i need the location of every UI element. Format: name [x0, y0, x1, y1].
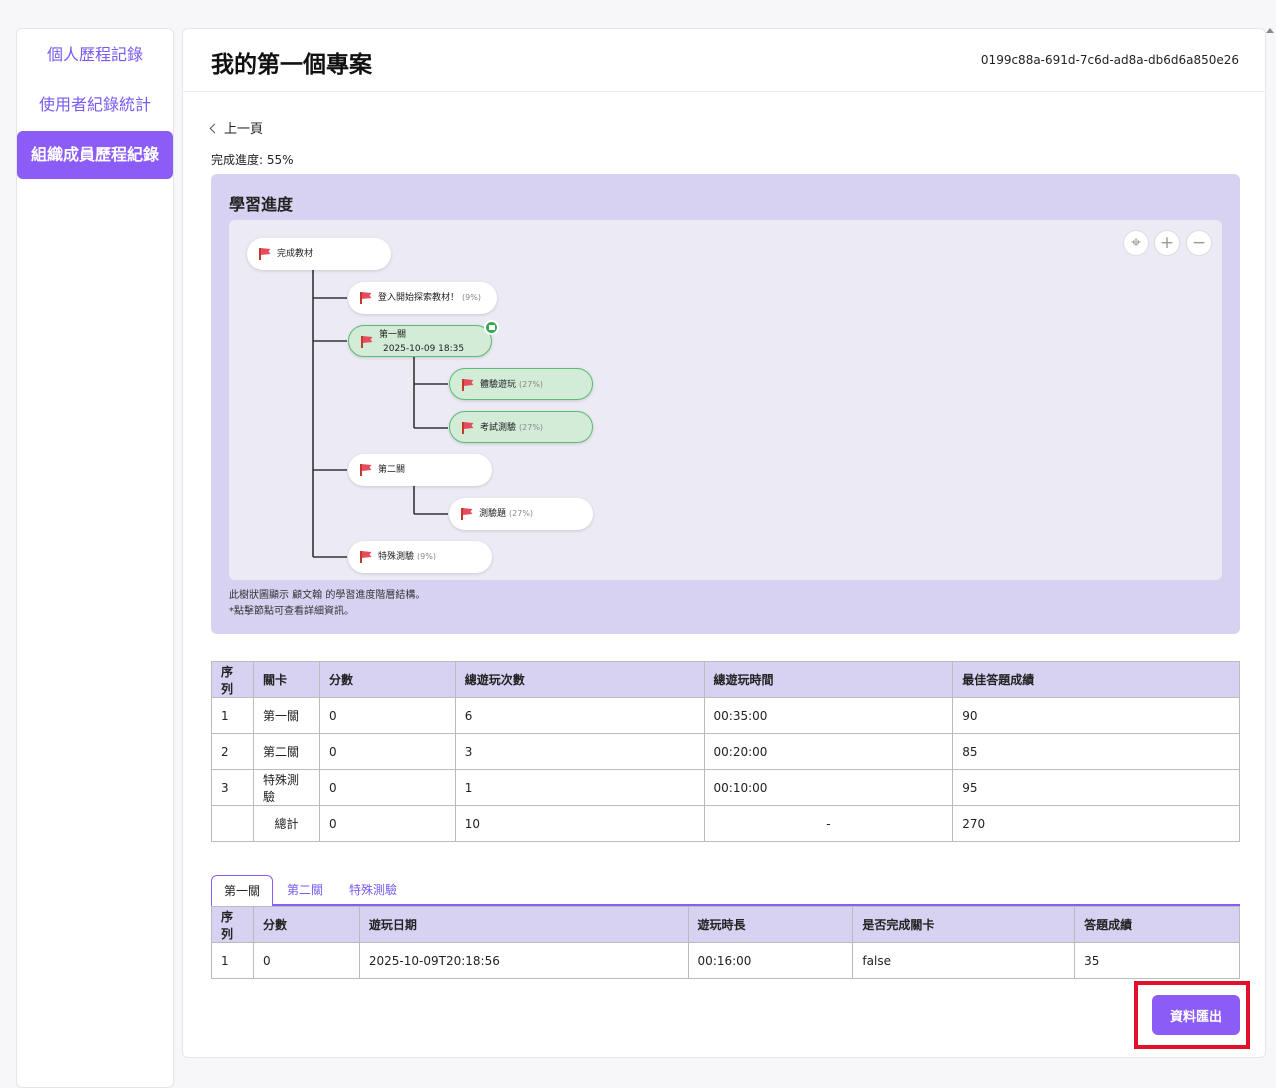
main-header: 我的第一個專案 0199c88a-691d-7c6d-ad8a-db6d6a85…	[183, 29, 1265, 92]
flag-icon	[361, 336, 374, 348]
tree-node-level-2[interactable]: 第二關	[348, 454, 492, 486]
export-button[interactable]: 資料匯出	[1152, 995, 1240, 1035]
sidebar: 個人歷程記錄 使用者紀錄統計 組織成員歷程紀錄	[16, 28, 174, 1088]
tree-node-special[interactable]: 特殊測驗 (9%)	[348, 541, 492, 573]
completed-flag-icon	[484, 320, 499, 335]
sidebar-item-user-stats[interactable]: 使用者紀錄統計	[17, 81, 173, 129]
column-header: 遊玩時長	[687, 906, 854, 943]
flag-icon	[462, 379, 475, 391]
column-header: 序列	[211, 661, 254, 698]
back-link[interactable]: 上一頁	[209, 118, 264, 137]
sidebar-item-org-member-history[interactable]: 組織成員歷程紀錄	[17, 131, 173, 179]
column-header: 是否完成關卡	[852, 906, 1076, 943]
tree-connectors	[312, 270, 448, 558]
column-header: 總遊玩時間	[703, 661, 954, 698]
chevron-left-icon	[209, 123, 220, 134]
scroll-up-icon[interactable]	[1266, 28, 1274, 33]
completion-progress: 完成進度: 55%	[211, 153, 294, 167]
panel-title: 學習進度	[229, 195, 294, 214]
tree-node-play[interactable]: 體驗遊玩 (27%)	[449, 368, 593, 400]
project-id: 0199c88a-691d-7c6d-ad8a-db6d6a850e26	[980, 53, 1239, 67]
back-label: 上一頁	[224, 122, 264, 137]
sidebar-item-personal-history[interactable]: 個人歷程記錄	[17, 31, 173, 79]
flag-icon	[259, 248, 272, 260]
column-header: 分數	[318, 661, 456, 698]
tree-node-root[interactable]: 完成教材	[247, 238, 391, 270]
page-title: 我的第一個專案	[211, 52, 372, 78]
tab-special-test[interactable]: 特殊測驗	[349, 875, 397, 906]
table-row: 1 0 2025-10-09T20:18:56 00:16:00 false 35	[211, 942, 1240, 979]
flag-icon	[360, 464, 373, 476]
flag-icon	[360, 551, 373, 563]
main-panel: 我的第一個專案 0199c88a-691d-7c6d-ad8a-db6d6a85…	[182, 28, 1266, 1058]
table-header-row: 序列 分數 遊玩日期 遊玩時長 是否完成關卡 答題成績	[211, 906, 1240, 943]
tree-note: 此樹狀圖顯示 顧文翰 的學習進度階層結構。	[229, 590, 426, 601]
table-row: 1 第一關 0 6 00:35:00 90	[211, 697, 1240, 734]
column-header: 關卡	[252, 661, 320, 698]
tree-hint: *點擊節點可查看詳細資訊。	[229, 606, 354, 617]
learning-progress-panel: 學習進度 ⌖ + − 完成教材 登入開始探索教材！ (9%) 第一關 2025-…	[211, 174, 1240, 634]
table-row: 3 特殊測驗 0 1 00:10:00 95	[211, 769, 1240, 806]
tree-node-quiz[interactable]: 測驗題 (27%)	[449, 498, 593, 530]
flag-icon	[360, 292, 373, 304]
table-total-row: 總計 0 10-270	[211, 805, 1240, 842]
table-row: 2 第二關 0 3 00:20:00 85	[211, 733, 1240, 770]
column-header: 最佳答題成績	[952, 661, 1240, 698]
table-header-row: 序列 關卡 分數 總遊玩次數 總遊玩時間 最佳答題成績	[211, 661, 1240, 698]
tree-node-login[interactable]: 登入開始探索教材！ (9%)	[348, 282, 497, 314]
tree-node-exam[interactable]: 考試測驗 (27%)	[449, 411, 593, 443]
column-header: 分數	[252, 906, 360, 943]
column-header: 序列	[211, 906, 254, 943]
detail-table: 序列 分數 遊玩日期 遊玩時長 是否完成關卡 答題成績 1 0 2025-10-09…	[211, 906, 1240, 979]
column-header: 遊玩日期	[358, 906, 689, 943]
summary-table: 序列 關卡 分數 總遊玩次數 總遊玩時間 最佳答題成績 1 第一關 0 6 00:35:…	[211, 661, 1240, 842]
flag-icon	[462, 422, 475, 434]
tree-node-level-1[interactable]: 第一關 2025-10-09 18:35	[348, 320, 499, 357]
column-header: 答題成績	[1074, 906, 1240, 943]
tab-level-1[interactable]: 第一關	[211, 875, 274, 908]
export-highlight: 資料匯出	[1134, 981, 1250, 1049]
level-tabs: 第一關 第二關 特殊測驗	[211, 875, 1240, 908]
tab-level-2[interactable]: 第二關	[287, 875, 323, 906]
column-header: 總遊玩次數	[454, 661, 705, 698]
tree-canvas[interactable]: ⌖ + − 完成教材 登入開始探索教材！ (9%) 第一關 2025-10-09…	[229, 220, 1222, 580]
flag-icon	[461, 508, 474, 520]
